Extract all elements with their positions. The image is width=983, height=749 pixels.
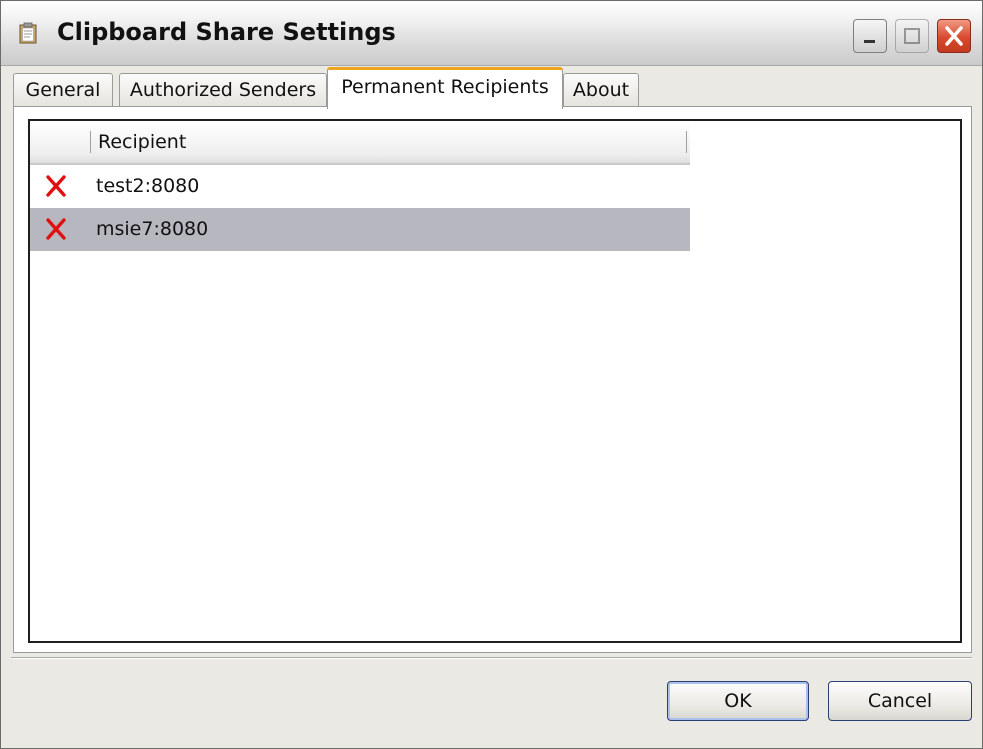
ok-button[interactable]: OK (667, 681, 809, 721)
footer-divider (11, 657, 972, 659)
tab-permanent-recipients[interactable]: Permanent Recipients (327, 67, 563, 109)
recipient-value: test2:8080 (96, 175, 200, 197)
permanent-recipients-page: Recipient test2:8080 msie7:8080 (13, 106, 972, 653)
window-title: Clipboard Share Settings (57, 18, 396, 46)
close-icon (938, 26, 970, 56)
maximize-icon (896, 28, 928, 56)
settings-window: Clipboard Share Settings General Authori… (0, 0, 983, 749)
delete-x-icon[interactable] (44, 217, 68, 241)
minimize-button[interactable] (853, 19, 887, 53)
tab-authorized-senders[interactable]: Authorized Senders (119, 73, 327, 107)
recipients-list[interactable]: Recipient test2:8080 msie7:8080 (28, 119, 962, 643)
tab-about[interactable]: About (563, 73, 639, 107)
minimize-icon (854, 37, 886, 56)
column-header-recipient[interactable]: Recipient (98, 121, 186, 163)
close-button[interactable] (937, 19, 971, 53)
tab-general[interactable]: General (13, 73, 113, 107)
header-divider[interactable] (686, 131, 687, 153)
title-bar[interactable]: Clipboard Share Settings (1, 1, 982, 66)
list-header: Recipient (30, 121, 690, 165)
recipient-value: msie7:8080 (96, 218, 209, 240)
list-item[interactable]: test2:8080 (30, 165, 690, 208)
clipboard-icon (19, 22, 37, 44)
list-item[interactable]: msie7:8080 (30, 208, 690, 251)
header-divider[interactable] (90, 131, 91, 153)
delete-x-icon[interactable] (44, 174, 68, 198)
maximize-button[interactable] (895, 19, 929, 53)
cancel-button[interactable]: Cancel (828, 681, 972, 721)
